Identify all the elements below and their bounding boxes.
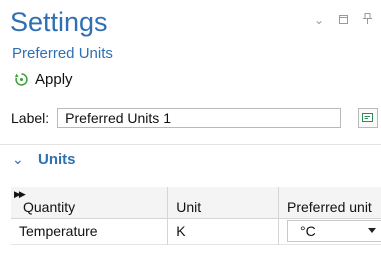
edit-label-button[interactable]: [358, 108, 378, 128]
pin-icon[interactable]: [361, 13, 373, 27]
column-header-preferred-unit[interactable]: Preferred unit: [278, 187, 381, 218]
apply-button[interactable]: Apply: [14, 71, 73, 88]
dropdown-arrow-icon: [368, 228, 376, 233]
edit-label-icon: [362, 113, 373, 122]
cell-quantity: Temperature: [19, 223, 98, 239]
label-caption: Label:: [11, 110, 50, 126]
column-header-unit[interactable]: Unit: [167, 187, 279, 218]
apply-label: Apply: [35, 71, 73, 88]
table-header-row: ▶▶ Quantity Unit Preferred unit: [11, 187, 381, 218]
label-input[interactable]: [57, 108, 342, 128]
expand-all-icon[interactable]: ▶▶: [14, 189, 26, 200]
page-subtitle: Preferred Units: [12, 45, 113, 62]
units-table: ▶▶ Quantity Unit Preferred unit Temperat…: [11, 187, 381, 245]
page-title: Settings: [10, 7, 108, 37]
preferred-unit-value: °C: [300, 223, 316, 239]
chevron-down-icon[interactable]: ⌄: [12, 151, 24, 168]
window-controls: ⌄: [313, 13, 373, 27]
label-row: Label:: [11, 108, 342, 128]
cell-unit: K: [167, 218, 279, 244]
preferred-unit-select[interactable]: °C: [287, 220, 381, 242]
units-section-header[interactable]: ⌄ Units: [0, 144, 381, 175]
restore-icon[interactable]: [337, 13, 349, 27]
column-header-quantity[interactable]: ▶▶ Quantity: [11, 187, 168, 218]
refresh-icon: [14, 73, 28, 86]
table-row[interactable]: Temperature K °C: [11, 218, 381, 244]
section-title: Units: [38, 151, 76, 168]
cell-preferred-unit: °C: [278, 218, 381, 244]
chevron-down-icon[interactable]: ⌄: [313, 13, 325, 27]
